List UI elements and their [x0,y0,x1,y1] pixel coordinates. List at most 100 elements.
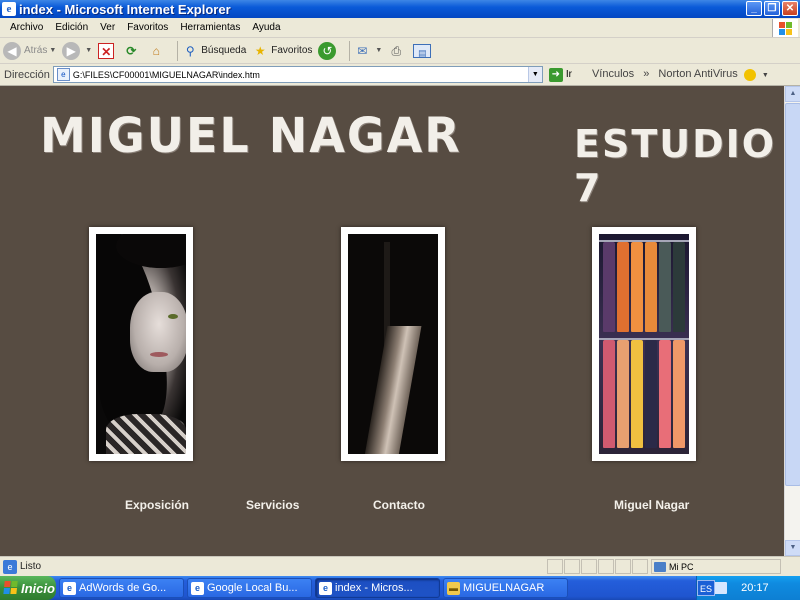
stop-button[interactable]: ✕ [98,42,117,59]
photo-garment [645,242,657,332]
home-icon: ⌂ [152,43,160,58]
window-title: index - Microsoft Internet Explorer [19,1,231,17]
favorites-label: Favoritos [271,45,313,56]
go-button[interactable]: ➜ Ir [548,67,572,82]
nav-contacto[interactable]: Contacto [373,498,425,512]
favorites-button[interactable]: ★ Favoritos [252,43,313,59]
portrait-image [96,234,186,454]
network-icon[interactable] [713,582,728,594]
menu-ver[interactable]: Ver [94,22,121,33]
clothes-photo[interactable] [592,227,696,461]
photo-garment [673,340,685,448]
edit-button[interactable]: ▤ [413,43,434,58]
menu-herramientas[interactable]: Herramientas [174,22,246,33]
links-toolbar[interactable]: Vínculos » Norton AntiVirus ▼ [591,68,769,81]
address-label: Dirección [4,68,50,81]
task-google-local[interactable]: e Google Local Bu... [187,578,312,598]
scroll-thumb[interactable] [785,103,800,486]
maximize-button[interactable]: ❐ [764,1,780,16]
my-computer-icon [654,561,666,572]
ie-icon: e [319,581,332,595]
vertical-scrollbar[interactable]: ▲ ▼ [784,86,800,556]
security-zone: Mi PC [651,559,781,574]
printer-icon: ⎙ [391,43,402,58]
status-panes [547,559,648,574]
task-label: AdWords de Go... [79,582,167,594]
photo-garment [603,340,615,448]
history-icon: ↺ [318,41,337,60]
nav-miguel-nagar[interactable]: Miguel Nagar [614,498,689,512]
brand-miguel-nagar: MIGUEL NAGAR [40,106,462,164]
chevron-down-icon[interactable]: ▼ [762,72,769,79]
photo-garment [659,242,671,332]
back-label: Atrás [24,45,48,56]
menu-bar: Archivo Edición Ver Favoritos Herramient… [0,18,800,38]
back-arrow-icon: ◀ [3,41,21,60]
door-image [348,234,438,454]
status-pane [598,559,614,574]
portrait-photo[interactable] [89,227,193,461]
ie-icon: e [191,581,204,595]
antivirus-label[interactable]: Norton AntiVirus [658,68,737,80]
status-pane [581,559,597,574]
windows-logo-icon [772,19,798,37]
language-indicator[interactable]: ES [697,580,715,596]
page-viewport: MIGUEL NAGAR ESTUDIO 7 Exposición Servic… [0,86,784,556]
refresh-icon: ⟳ [126,43,137,58]
print-button[interactable]: ⎙ [388,43,407,59]
toolbar-separator [349,40,351,61]
door-photo[interactable] [341,227,445,461]
stop-icon: ✕ [98,42,115,59]
close-button[interactable]: ✕ [782,1,798,16]
task-label: MIGUELNAGAR [463,582,545,594]
photo-light-beam [364,326,422,454]
address-bar: Dirección e G:\FILES\CF00001\MIGUELNAGAR… [0,64,800,86]
window-controls: _ ❐ ✕ [746,1,798,16]
clock[interactable]: 20:17 [741,582,769,594]
page-icon: e [56,68,70,81]
title-bar[interactable]: e index - Microsoft Internet Explorer _ … [0,0,800,18]
home-button[interactable]: ⌂ [148,43,167,59]
task-index[interactable]: e index - Micros... [315,578,440,598]
forward-button[interactable]: ▶ ▼ [62,41,93,60]
toolbar-separator [177,40,179,61]
menu-archivo[interactable]: Archivo [4,22,49,33]
status-pane [564,559,580,574]
minimize-button[interactable]: _ [746,1,762,16]
refresh-button[interactable]: ⟳ [123,43,142,59]
status-pane [547,559,563,574]
back-button[interactable]: ◀ Atrás ▼ [3,41,56,60]
chevron-right-icon[interactable]: » [643,68,649,80]
nav-servicios[interactable]: Servicios [246,498,299,512]
status-pane [615,559,631,574]
search-label: Búsqueda [201,45,247,56]
clothes-image [599,234,689,454]
mail-button[interactable]: ✉ ▼ [354,43,382,59]
menu-edicion[interactable]: Edición [49,22,94,33]
photo-garment [631,242,643,332]
status-bar: e Listo Mi PC [0,556,800,576]
scroll-up-icon[interactable]: ▲ [785,86,800,102]
nav-exposicion[interactable]: Exposición [125,498,189,512]
address-input[interactable]: e G:\FILES\CF00001\MIGUELNAGAR\index.htm… [52,66,543,83]
zone-label: Mi PC [669,561,694,572]
task-miguelnagar-folder[interactable]: ▬ MIGUELNAGAR [443,578,568,598]
links-label: Vínculos [591,68,635,81]
task-adwords[interactable]: e AdWords de Go... [59,578,184,598]
menu-ayuda[interactable]: Ayuda [246,22,286,33]
photo-garment [617,242,629,332]
go-arrow-icon: ➜ [548,67,563,82]
start-button[interactable]: Inicio [0,576,56,600]
status-text: Listo [20,561,42,572]
taskbar: Inicio e AdWords de Go... e Google Local… [0,576,800,600]
go-label: Ir [565,69,572,80]
chevron-down-icon[interactable]: ▼ [527,67,542,82]
scroll-down-icon[interactable]: ▼ [785,540,800,556]
mail-icon: ✉ [357,43,368,58]
menu-favoritos[interactable]: Favoritos [121,22,174,33]
history-button[interactable]: ↺ [318,41,339,60]
photo-lips [150,352,168,357]
search-button[interactable]: ⚲ Búsqueda [182,43,246,59]
toolbar: ◀ Atrás ▼ ▶ ▼ ✕ ⟳ ⌂ ⚲ Búsqueda ★ Favorit… [0,38,800,64]
chevron-down-icon: ▼ [85,47,93,54]
